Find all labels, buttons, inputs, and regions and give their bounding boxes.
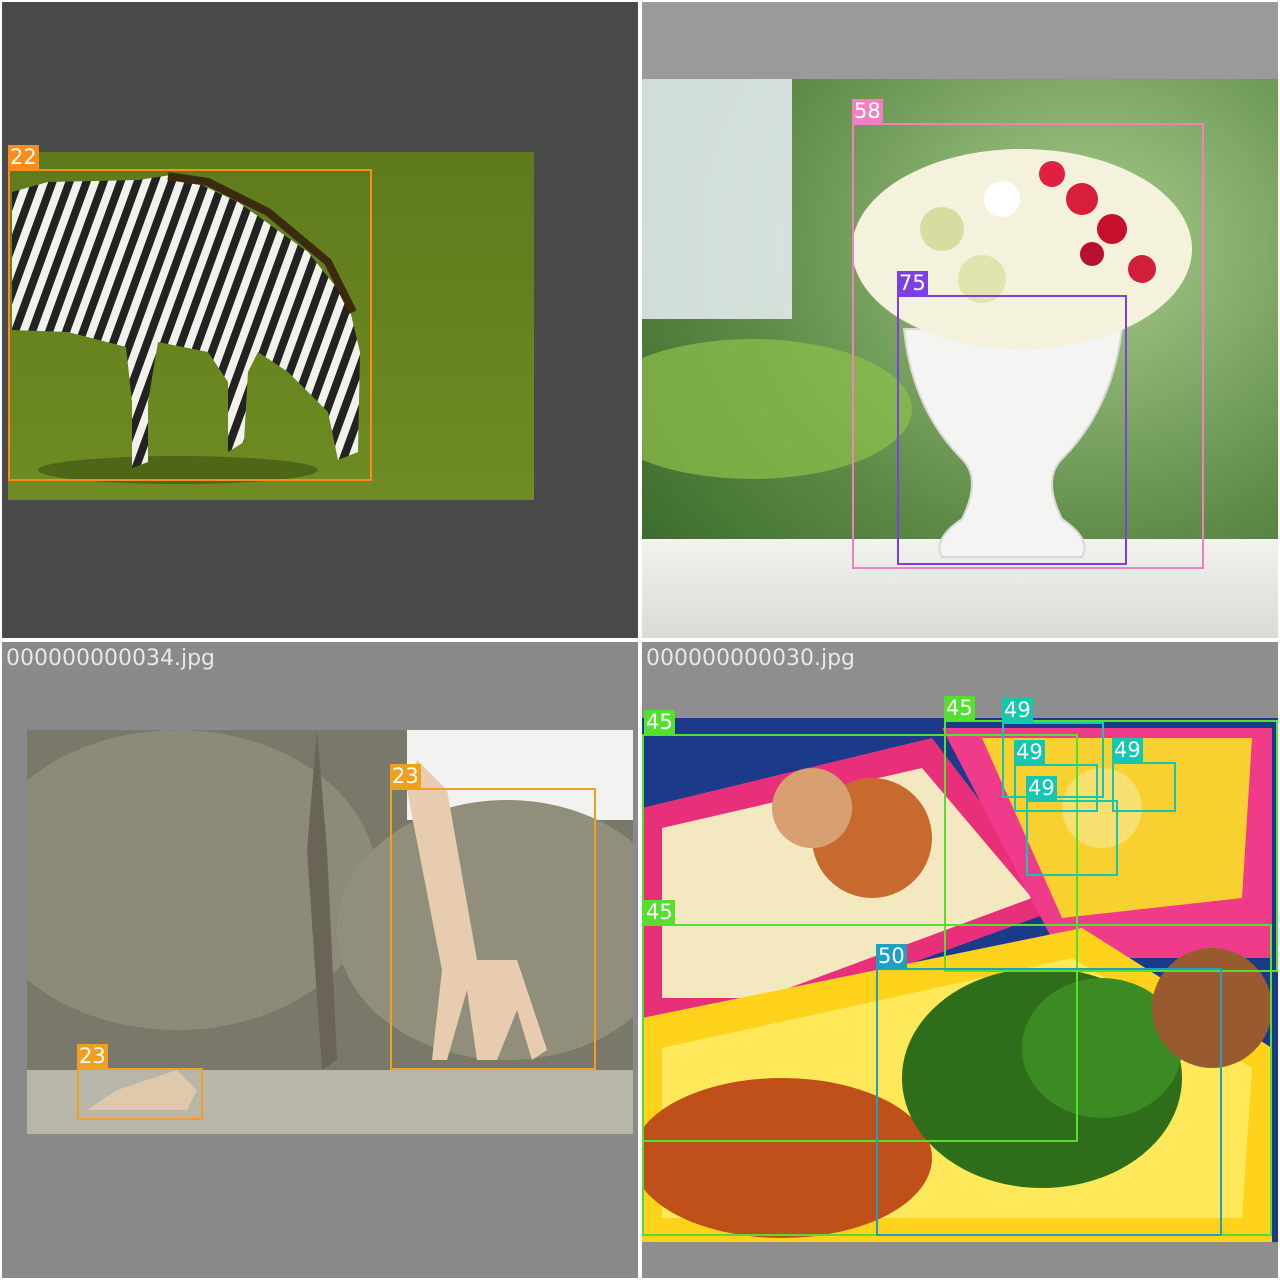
- detection-label: 49: [1112, 738, 1143, 762]
- detection-label: 22: [8, 145, 39, 169]
- detection-label: 23: [390, 764, 421, 788]
- detection-box: 50: [876, 944, 1222, 1236]
- detection-label: 49: [1026, 776, 1057, 800]
- detection-label: 75: [897, 271, 928, 295]
- detection-label: 50: [876, 944, 907, 968]
- detection-label: 45: [944, 696, 975, 720]
- detection-box: 49: [1112, 738, 1176, 812]
- detection-label: 45: [644, 710, 675, 734]
- detection-box: 75: [897, 271, 1127, 565]
- detection-label: 58: [852, 99, 883, 123]
- mosaic-tile-vase: 58 75: [642, 2, 1278, 638]
- detection-label: 23: [77, 1044, 108, 1068]
- detection-box: 23: [77, 1044, 203, 1120]
- detection-label: 49: [1002, 698, 1033, 722]
- detection-label: 49: [1014, 740, 1045, 764]
- mosaic-tile-giraffes: 000000000034.jpg 23 23: [2, 642, 638, 1278]
- mosaic-tile-zebra: 22: [2, 2, 638, 638]
- detection-label: 45: [644, 900, 675, 924]
- detection-box: 23: [390, 764, 596, 1070]
- mosaic-tile-food: 000000000030.jpg 45 45 45 49 49 49 49 50: [642, 642, 1278, 1278]
- detection-box: 49: [1026, 776, 1118, 876]
- image-filename: 000000000030.jpg: [646, 646, 855, 671]
- image-filename: 000000000034.jpg: [6, 646, 215, 671]
- detection-box: 22: [8, 145, 372, 481]
